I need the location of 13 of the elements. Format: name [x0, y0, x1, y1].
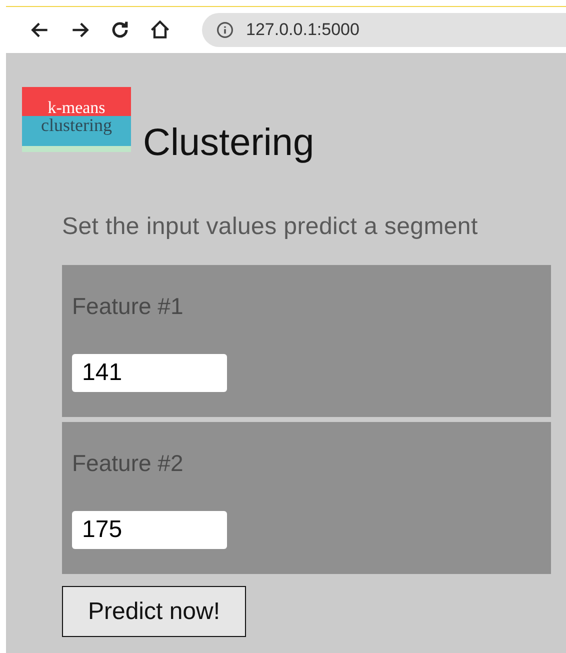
address-bar[interactable]: 127.0.0.1:5000	[202, 13, 566, 47]
intro-text: Set the input values predict a segment	[62, 213, 479, 241]
info-icon	[216, 21, 234, 39]
feature-label: Feature #2	[72, 450, 184, 477]
url-text: 127.0.0.1:5000	[246, 20, 360, 40]
feature-input[interactable]: 175	[72, 511, 227, 549]
logo-text: clustering	[22, 116, 131, 152]
home-icon	[149, 19, 171, 41]
feature-input[interactable]: 141	[72, 354, 227, 392]
predict-button[interactable]: Predict now!	[62, 586, 246, 637]
page-title: Clustering	[143, 122, 314, 165]
feature-label: Feature #1	[72, 293, 184, 320]
logo-text: k-means	[22, 87, 131, 116]
